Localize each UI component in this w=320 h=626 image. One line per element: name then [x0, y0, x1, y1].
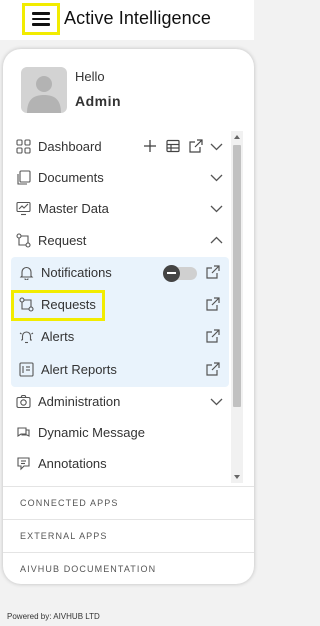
sidebar-subitem-alerts[interactable]: Alerts	[11, 321, 229, 352]
external-link-icon[interactable]	[206, 362, 220, 376]
table-icon[interactable]	[166, 139, 180, 153]
documents-icon	[16, 170, 31, 185]
bottom-links: CONNECTED APPS EXTERNAL APPS AIVHUB DOCU…	[3, 486, 254, 584]
app-title: Active Intelligence	[64, 8, 211, 28]
sidebar-item-label: Dashboard	[38, 139, 102, 154]
aivhub-documentation-link[interactable]: AIVHUB DOCUMENTATION	[3, 552, 254, 584]
alert-icon	[19, 329, 34, 344]
camera-icon	[16, 394, 31, 409]
sidebar-subitem-alert-reports[interactable]: Alert Reports	[11, 354, 229, 385]
sidebar-item-documents[interactable]: Documents	[3, 162, 231, 193]
sidebar-item-label: Master Data	[38, 201, 109, 216]
external-apps-link[interactable]: EXTERNAL APPS	[3, 519, 254, 552]
annotation-icon	[16, 456, 31, 471]
sidebar-item-label: Alert Reports	[41, 362, 117, 377]
scrollbar-thumb[interactable]	[233, 145, 241, 407]
sidebar-item-label: Documents	[38, 170, 104, 185]
sidebar-item-dynamic-message[interactable]: Dynamic Message	[3, 417, 231, 448]
chevron-up-icon[interactable]	[210, 234, 223, 247]
sidebar-item-dashboard[interactable]: Dashboard	[3, 131, 231, 162]
sidebar-item-label: Annotations	[38, 456, 107, 471]
external-link-icon[interactable]	[206, 297, 220, 311]
sidebar-item-annotations[interactable]: Annotations	[3, 448, 231, 479]
powered-by-footer: Powered by: AIVHUB LTD	[7, 612, 100, 621]
chevron-down-icon[interactable]	[210, 202, 223, 215]
nav-menu: Dashboard Documents Master Data Request …	[3, 131, 231, 481]
scroll-up-arrow-icon[interactable]	[234, 135, 240, 139]
sidebar-panel: Hello Admin Dashboard Documents Master D…	[3, 49, 254, 584]
requests-highlight	[11, 290, 105, 321]
bell-icon	[19, 265, 34, 280]
chart-icon	[16, 201, 31, 216]
dashboard-icon	[16, 139, 31, 154]
external-link-icon[interactable]	[206, 265, 220, 279]
sidebar-item-label: Alerts	[41, 329, 75, 344]
sidebar-item-label: Administration	[38, 394, 121, 409]
sidebar-subitem-notifications[interactable]: Notifications	[11, 257, 229, 288]
sidebar-item-label: Notifications	[41, 265, 112, 280]
sidebar-item-request[interactable]: Request	[3, 225, 231, 256]
sidebar-item-label: Request	[38, 233, 87, 248]
external-link-icon[interactable]	[189, 139, 203, 153]
top-bar: Active Intelligence	[0, 0, 254, 40]
chevron-down-icon[interactable]	[210, 395, 223, 408]
menu-scrollbar[interactable]	[231, 131, 243, 483]
sidebar-item-administration[interactable]: Administration	[3, 386, 231, 417]
plus-icon[interactable]	[143, 139, 157, 153]
notifications-toggle[interactable]	[163, 265, 197, 282]
profile-section: Hello Admin	[3, 49, 254, 127]
connected-apps-link[interactable]: CONNECTED APPS	[3, 486, 254, 519]
report-icon	[19, 362, 34, 377]
sidebar-item-label: Dynamic Message	[38, 425, 145, 440]
external-link-icon[interactable]	[206, 329, 220, 343]
request-icon	[16, 233, 31, 248]
hamburger-menu-icon[interactable]	[22, 3, 60, 35]
chevron-down-icon[interactable]	[210, 171, 223, 184]
user-avatar-icon[interactable]	[21, 67, 67, 113]
chevron-down-icon[interactable]	[210, 140, 223, 153]
sidebar-item-master-data[interactable]: Master Data	[3, 193, 231, 224]
greeting-text: Hello	[75, 69, 105, 84]
message-icon	[16, 425, 31, 440]
scroll-down-arrow-icon[interactable]	[234, 475, 240, 479]
user-name: Admin	[75, 93, 122, 109]
